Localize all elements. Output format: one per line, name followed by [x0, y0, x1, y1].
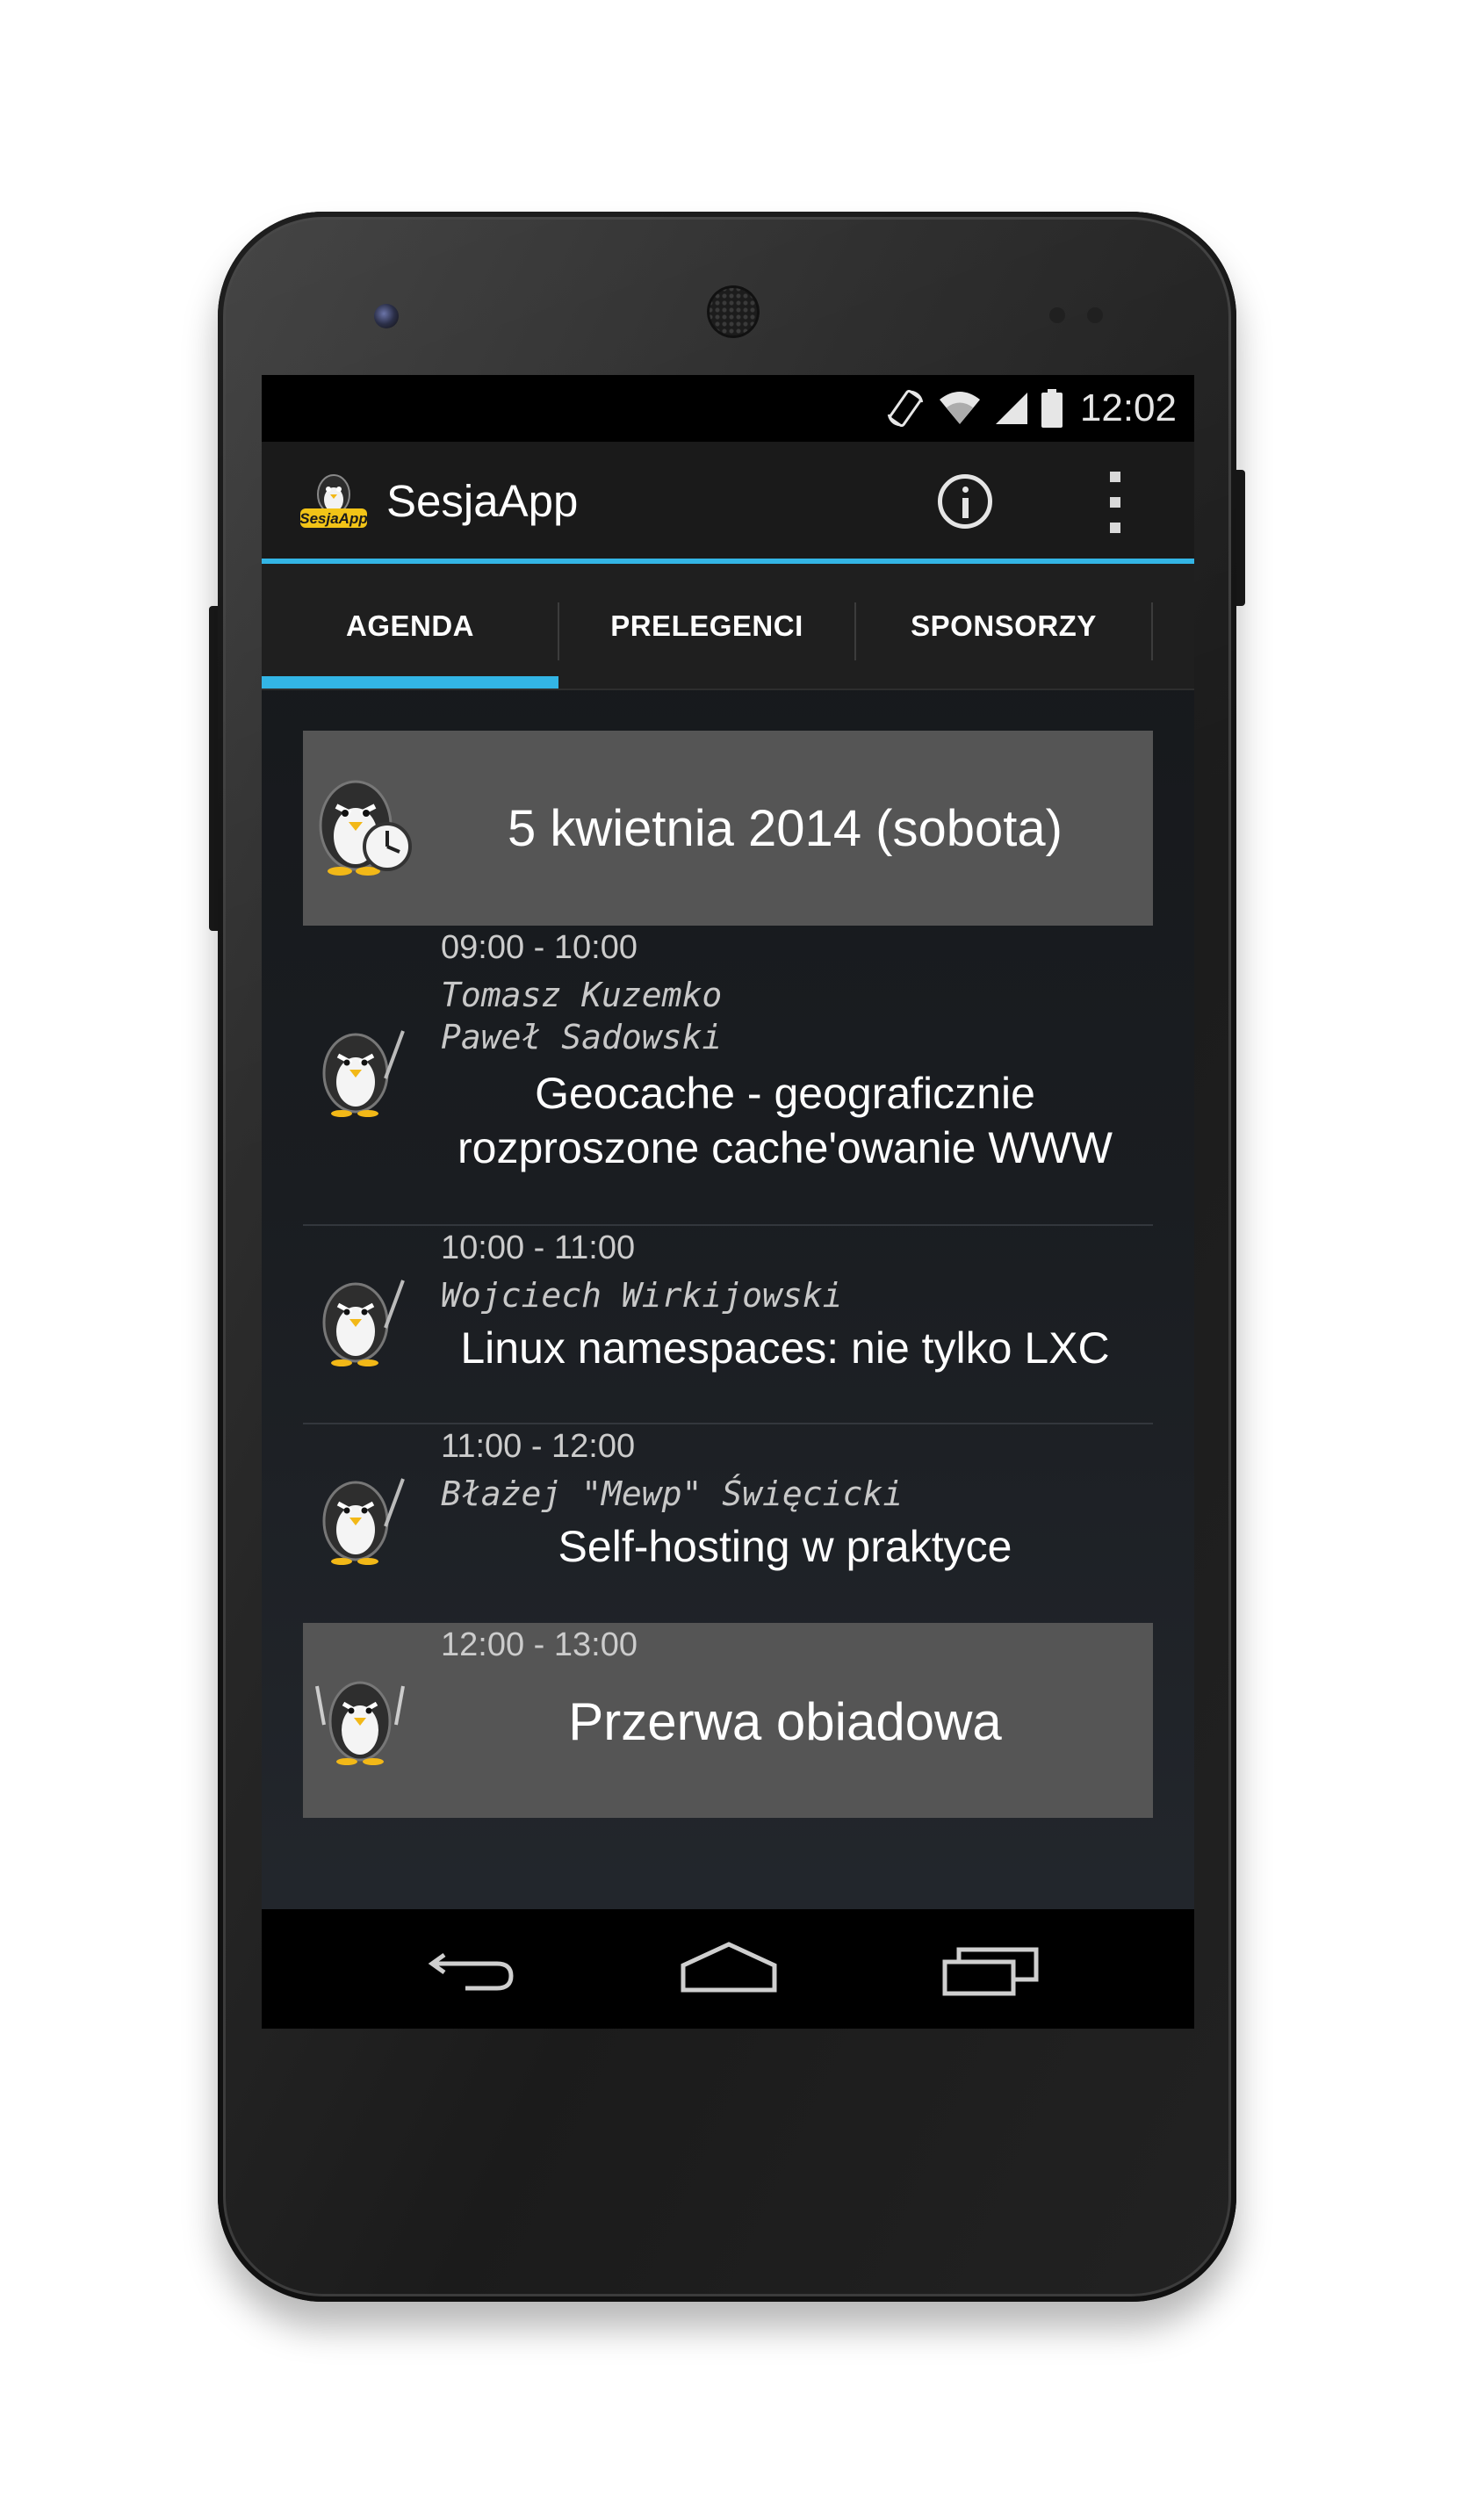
item-time: 10:00 - 11:00 [441, 1229, 636, 1266]
screen-rotation-icon [887, 389, 924, 428]
item-title: Przerwa obiadowa [568, 1692, 1002, 1751]
tab-divider [1151, 602, 1153, 660]
item-time: 12:00 - 13:00 [441, 1626, 638, 1663]
agenda-item[interactable]: 10:00 - 11:00 Wojciech Wirkijowski Linux… [303, 1226, 1153, 1423]
tab-agenda-label: AGENDA [345, 609, 474, 642]
tab-prelegenci[interactable]: PRELEGENCI [558, 564, 855, 689]
home-icon[interactable] [676, 1937, 782, 2001]
app-logo-icon: SesjaApp [299, 474, 368, 528]
proximity-sensor [1049, 307, 1065, 323]
tab-selected-indicator [262, 676, 558, 689]
info-icon[interactable] [938, 474, 992, 529]
tab-sponsorzy-label: SPONSORZY [911, 609, 1097, 642]
penguin-speaker-icon [322, 1030, 405, 1117]
penguin-speaker-icon [322, 1478, 405, 1565]
penguin-speaker-icon [322, 1280, 405, 1366]
action-bar: SesjaApp SesjaApp [262, 442, 1194, 564]
agenda-item[interactable]: 09:00 - 10:00 Tomasz Kuzemko Paweł Sadow… [303, 926, 1153, 1224]
back-icon[interactable] [420, 1937, 525, 2001]
overflow-menu-icon[interactable] [1105, 472, 1126, 533]
screen: 12:02 SesjaApp SesjaApp AGENDA PRELEGENC… [262, 375, 1194, 2029]
navigation-bar [262, 1909, 1194, 2029]
tab-agenda[interactable]: AGENDA [262, 564, 558, 689]
item-speakers: Błażej "Mewp" Święcicki [441, 1474, 904, 1513]
item-title: Linux namespaces: nie tylko LXC [460, 1323, 1110, 1373]
status-bar: 12:02 [262, 375, 1194, 442]
light-sensor [1087, 307, 1103, 323]
item-speakers: Tomasz Kuzemko Paweł Sadowski [441, 976, 723, 1056]
earpiece-speaker [707, 285, 760, 338]
tab-sponsorzy[interactable]: SPONSORZY [855, 564, 1152, 689]
status-clock: 12:02 [1079, 386, 1177, 429]
day-header: 5 kwietnia 2014 (sobota) [303, 731, 1153, 926]
wifi-icon [939, 392, 980, 424]
item-title: Self-hosting w praktyce [558, 1522, 1012, 1571]
day-title: 5 kwietnia 2014 (sobota) [508, 799, 1063, 857]
tab-bar: AGENDA PRELEGENCI SPONSORZY [262, 564, 1194, 690]
app-logo-text: SesjaApp [299, 510, 367, 527]
app-title: SesjaApp [386, 476, 579, 526]
penguin-lunch-icon [315, 1681, 405, 1765]
agenda-item-break[interactable]: 12:00 - 13:00 Przerwa obiadowa [303, 1623, 1153, 1818]
recents-icon[interactable] [940, 1937, 1045, 2001]
signal-icon [995, 393, 1027, 424]
penguin-clock-icon [319, 780, 412, 876]
battery-icon [1041, 389, 1063, 428]
item-speakers: Wojciech Wirkijowski [441, 1276, 843, 1315]
item-time: 09:00 - 10:00 [441, 929, 638, 966]
tab-prelegenci-label: PRELEGENCI [610, 609, 803, 642]
item-time: 11:00 - 12:00 [441, 1428, 636, 1465]
item-title: Geocache - geograficznie rozproszone cac… [457, 1069, 1113, 1172]
front-camera [374, 304, 399, 328]
agenda-item[interactable]: 11:00 - 12:00 Błażej "Mewp" Święcicki Se… [303, 1424, 1153, 1621]
